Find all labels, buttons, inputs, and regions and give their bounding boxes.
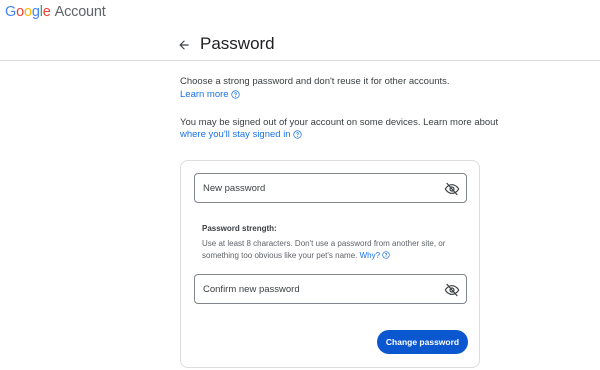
logo-letter: o	[23, 4, 32, 20]
arrow-left-icon	[179, 40, 189, 50]
learn-more-label: Learn more	[180, 89, 229, 100]
why-label: Why?	[359, 251, 381, 260]
password-strength-hint: Use at least 8 characters. Don't use a p…	[202, 238, 462, 262]
page-title: Password	[200, 34, 275, 53]
logo-letter: e	[42, 4, 51, 20]
logo-letter: o	[16, 4, 24, 20]
new-password-placeholder: New password	[203, 183, 266, 194]
confirm-password-placeholder: Confirm new password	[203, 284, 300, 295]
help-circle-icon	[292, 130, 302, 139]
help-circle-icon	[230, 90, 240, 99]
google-account-logo[interactable]: Google Account	[5, 4, 106, 20]
stay-signed-in-label: where you'll stay signed in	[180, 129, 291, 140]
password-strength-text: Use at least 8 characters. Don't use a p…	[202, 239, 446, 260]
intro-text: Choose a strong password and don't reuse…	[180, 76, 450, 87]
signout-notice: You may be signed out of your account on…	[180, 117, 499, 128]
page-header: Password	[0, 22, 600, 61]
back-button[interactable]	[174, 36, 194, 54]
new-password-field[interactable]: New password	[194, 173, 467, 203]
eye-off-icon[interactable]	[444, 181, 460, 197]
learn-more-link[interactable]: Learn more	[180, 89, 240, 100]
confirm-password-field[interactable]: Confirm new password	[194, 274, 467, 304]
logo-letter: g	[31, 4, 40, 20]
logo-letter: G	[5, 4, 17, 20]
change-password-button[interactable]: Change password	[377, 330, 468, 354]
stay-signed-in-link[interactable]: where you'll stay signed in	[180, 129, 302, 140]
google-wordmark: Google	[5, 4, 51, 20]
account-label: Account	[54, 4, 106, 20]
why-link[interactable]: Why?	[360, 251, 391, 260]
eye-off-icon[interactable]	[444, 282, 460, 298]
password-strength-title: Password strength:	[202, 224, 277, 233]
password-form-card: New password Password strength: Use at l…	[180, 160, 480, 368]
help-circle-icon	[382, 251, 390, 259]
